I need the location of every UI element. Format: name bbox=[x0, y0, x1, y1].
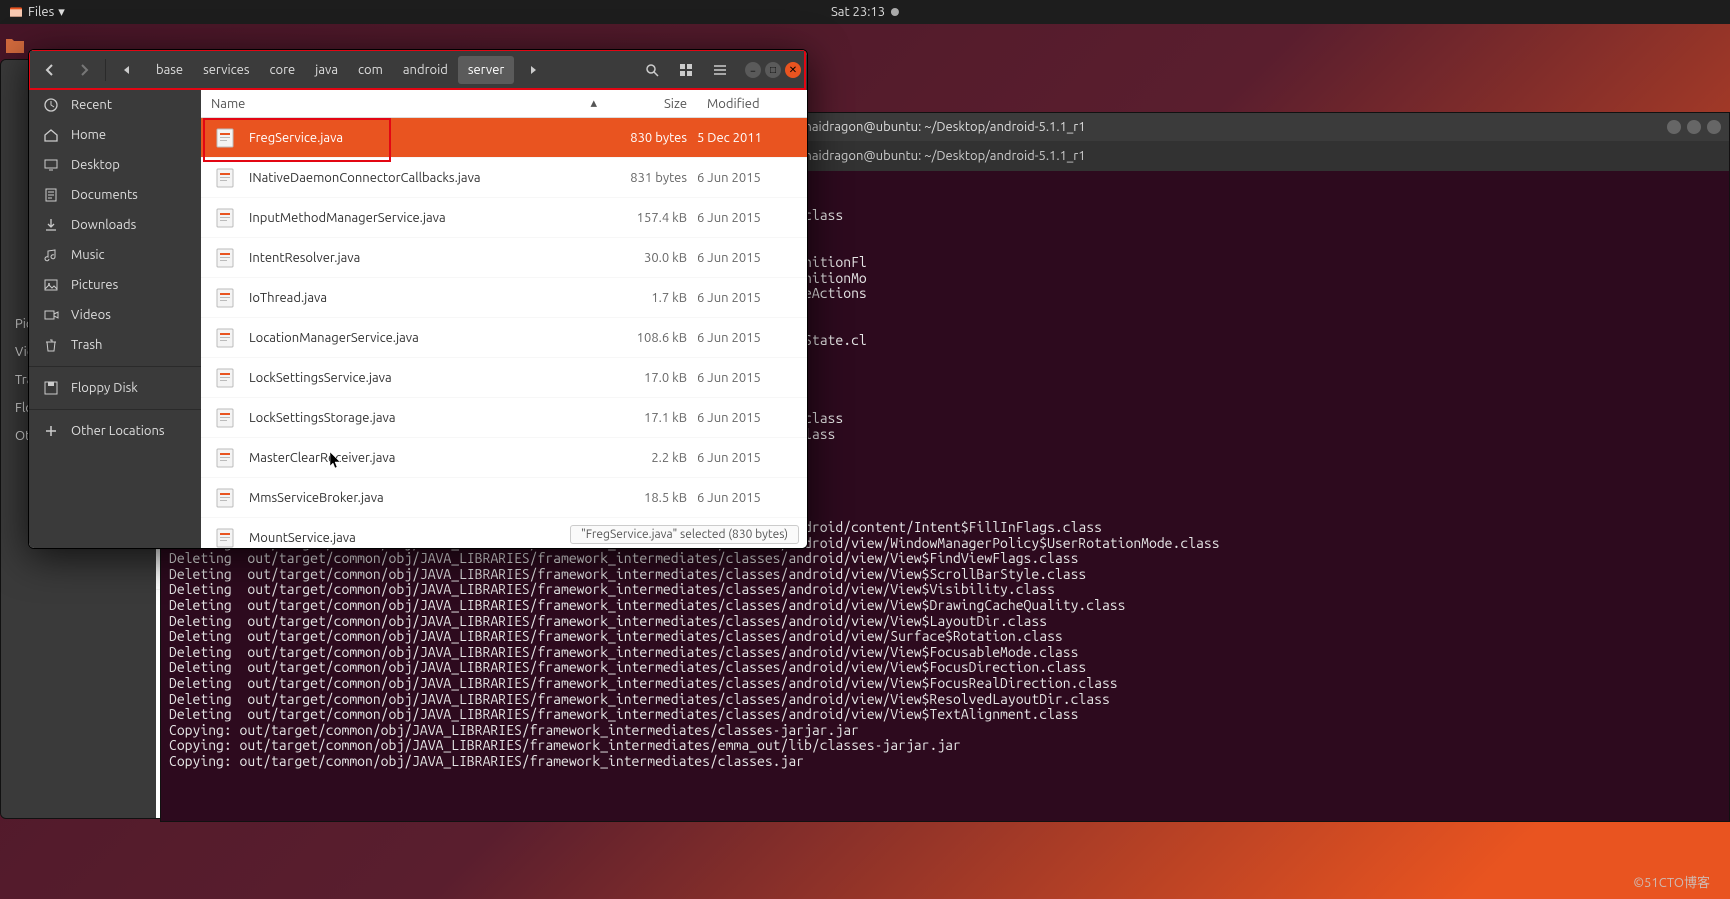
java-file-icon bbox=[213, 526, 237, 549]
file-row[interactable]: MmsServiceBroker.java18.5 kB6 Jun 2015 bbox=[201, 478, 807, 518]
breadcrumb-server[interactable]: server bbox=[458, 56, 514, 84]
file-row[interactable]: MasterClearReceiver.java2.2 kB6 Jun 2015 bbox=[201, 438, 807, 478]
column-header-modified[interactable]: Modified bbox=[697, 97, 807, 111]
file-row[interactable]: LocationManagerService.java108.6 kB6 Jun… bbox=[201, 318, 807, 358]
files-window[interactable]: baseservicescorejavacomandroidserver − □… bbox=[28, 49, 808, 549]
java-file-icon bbox=[213, 406, 237, 430]
clock-icon bbox=[43, 97, 59, 113]
maximize-icon[interactable] bbox=[1687, 120, 1701, 134]
java-file-icon bbox=[213, 486, 237, 510]
sidebar-item-downloads[interactable]: Downloads bbox=[29, 210, 201, 240]
java-file-icon bbox=[213, 166, 237, 190]
plus-icon bbox=[43, 423, 59, 439]
minimize-icon[interactable] bbox=[1667, 120, 1681, 134]
close-icon[interactable] bbox=[1707, 120, 1721, 134]
breadcrumb-services[interactable]: services bbox=[193, 56, 259, 84]
files-menu-label: Files bbox=[28, 5, 54, 19]
file-row[interactable]: LockSettingsService.java17.0 kB6 Jun 201… bbox=[201, 358, 807, 398]
breadcrumb-java[interactable]: java bbox=[305, 56, 348, 84]
hamburger-icon bbox=[713, 63, 727, 77]
hamburger-menu-button[interactable] bbox=[705, 56, 735, 84]
nav-forward-button[interactable] bbox=[69, 56, 99, 84]
view-mode-button[interactable] bbox=[671, 56, 701, 84]
file-row[interactable]: LockSettingsStorage.java17.1 kB6 Jun 201… bbox=[201, 398, 807, 438]
column-header-size[interactable]: Size bbox=[607, 97, 697, 111]
status-bar: "FregService.java" selected (830 bytes) bbox=[570, 525, 799, 544]
triangle-right-icon bbox=[528, 65, 538, 75]
breadcrumb-android[interactable]: android bbox=[393, 56, 458, 84]
window-close-button[interactable]: ✕ bbox=[785, 62, 801, 78]
files-menu[interactable]: Files ▾ bbox=[8, 4, 65, 20]
gnome-top-bar: Files ▾ Sat 23:13 bbox=[0, 0, 1730, 24]
path-overflow-button[interactable] bbox=[518, 56, 548, 84]
notification-dot-icon bbox=[891, 8, 899, 16]
files-sidebar: RecentHomeDesktopDocumentsDownloadsMusic… bbox=[29, 90, 201, 548]
window-minimize-button[interactable]: − bbox=[745, 62, 761, 78]
search-button[interactable] bbox=[637, 56, 667, 84]
clock[interactable]: Sat 23:13 bbox=[831, 5, 899, 19]
window-maximize-button[interactable]: □ bbox=[765, 62, 781, 78]
desktop: PicturesVideosTrash Floppy Disk Other Loca… bbox=[0, 24, 1730, 899]
music-icon bbox=[43, 247, 59, 263]
java-file-icon bbox=[213, 206, 237, 230]
download-icon bbox=[43, 217, 59, 233]
window-controls: − □ ✕ bbox=[745, 62, 801, 78]
sidebar-item-videos[interactable]: Videos bbox=[29, 300, 201, 330]
sidebar-item-documents[interactable]: Documents bbox=[29, 180, 201, 210]
status-text: "FregService.java" selected (830 bytes) bbox=[581, 528, 788, 541]
sidebar-item-trash[interactable]: Trash bbox=[29, 330, 201, 360]
sidebar-item-recent[interactable]: Recent bbox=[29, 90, 201, 120]
doc-icon bbox=[43, 187, 59, 203]
dropdown-icon: ▾ bbox=[58, 5, 65, 20]
files-toolbar: baseservicescorejavacomandroidserver − □… bbox=[29, 50, 807, 90]
home-icon bbox=[43, 127, 59, 143]
file-row[interactable]: FregService.java830 bytes5 Dec 2011 bbox=[201, 118, 807, 158]
java-file-icon bbox=[213, 126, 237, 150]
column-header-row: Name▴ Size Modified bbox=[201, 90, 807, 118]
column-header-name[interactable]: Name▴ bbox=[201, 96, 607, 111]
files-content: Name▴ Size Modified FregService.java830 … bbox=[201, 90, 807, 548]
java-file-icon bbox=[213, 446, 237, 470]
chevron-left-icon bbox=[44, 64, 56, 76]
terminal-tab-label: haidragon@ubuntu: ~/Desktop/android-5.1.… bbox=[804, 149, 1085, 163]
sidebar-item-other-locations[interactable]: Other Locations bbox=[29, 416, 201, 446]
sidebar-item-pictures[interactable]: Pictures bbox=[29, 270, 201, 300]
breadcrumb-bar: baseservicescorejavacomandroidserver bbox=[146, 56, 514, 84]
file-row[interactable]: IntentResolver.java30.0 kB6 Jun 2015 bbox=[201, 238, 807, 278]
video-icon bbox=[43, 307, 59, 323]
terminal-title: haidragon@ubuntu: ~/Desktop/android-5.1.… bbox=[804, 120, 1085, 134]
desktop-icon bbox=[43, 157, 59, 173]
nav-back-button[interactable] bbox=[35, 56, 65, 84]
breadcrumb-base[interactable]: base bbox=[146, 56, 193, 84]
java-file-icon bbox=[213, 366, 237, 390]
chevron-right-icon bbox=[78, 64, 90, 76]
java-file-icon bbox=[213, 246, 237, 270]
files-app-icon bbox=[8, 4, 24, 20]
sidebar-item-home[interactable]: Home bbox=[29, 120, 201, 150]
clock-text: Sat 23:13 bbox=[831, 5, 885, 19]
sort-asc-icon: ▴ bbox=[590, 96, 597, 111]
file-row[interactable]: INativeDaemonConnectorCallbacks.java831 … bbox=[201, 158, 807, 198]
java-file-icon bbox=[213, 286, 237, 310]
java-file-icon bbox=[213, 326, 237, 350]
grid-icon bbox=[679, 63, 693, 77]
file-row[interactable]: IoThread.java1.7 kB6 Jun 2015 bbox=[201, 278, 807, 318]
file-row[interactable]: InputMethodManagerService.java157.4 kB6 … bbox=[201, 198, 807, 238]
toolbar-separator bbox=[105, 59, 106, 81]
breadcrumb-core[interactable]: core bbox=[259, 56, 305, 84]
watermark: ©51CTO博客 bbox=[1633, 872, 1710, 891]
sidebar-item-music[interactable]: Music bbox=[29, 240, 201, 270]
path-root-button[interactable] bbox=[112, 56, 142, 84]
trash-icon bbox=[43, 337, 59, 353]
sidebar-item-desktop[interactable]: Desktop bbox=[29, 150, 201, 180]
terminal-window-controls bbox=[1667, 120, 1721, 134]
sidebar-item-floppy-disk[interactable]: Floppy Disk bbox=[29, 373, 201, 403]
search-icon bbox=[645, 63, 659, 77]
breadcrumb-com[interactable]: com bbox=[348, 56, 393, 84]
file-list[interactable]: FregService.java830 bytes5 Dec 2011INati… bbox=[201, 118, 807, 548]
triangle-left-icon bbox=[122, 65, 132, 75]
floppy-icon bbox=[43, 380, 59, 396]
picture-icon bbox=[43, 277, 59, 293]
